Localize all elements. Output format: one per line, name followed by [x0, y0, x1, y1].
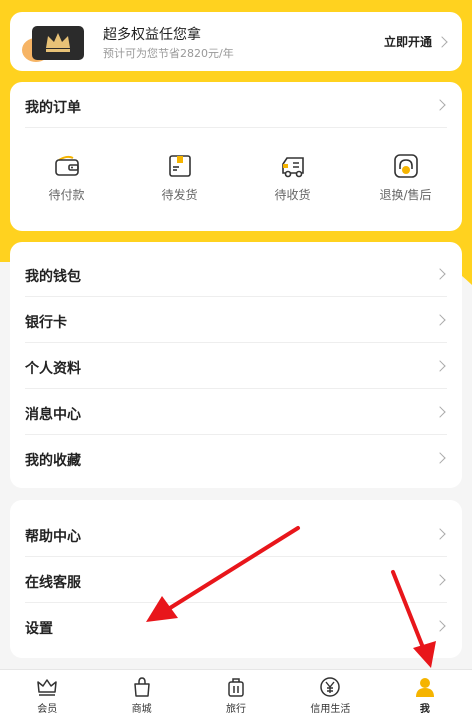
chevron-right-icon	[434, 406, 446, 418]
headset-icon	[393, 154, 418, 178]
order-status-label: 退换/售后	[379, 188, 432, 202]
luggage-icon	[228, 678, 244, 697]
tab-label: 商城	[131, 704, 152, 715]
user-icon	[415, 678, 434, 697]
chevron-right-icon	[434, 268, 446, 280]
open-membership-button[interactable]: 立即开通	[384, 33, 432, 50]
tab-label: 旅行	[226, 704, 247, 715]
bottom-tab-bar: 会员 商城 旅行 信用生活 我	[0, 669, 472, 715]
menu-item-wallet[interactable]: 我的钱包	[10, 251, 462, 297]
tab-label: 会员	[37, 704, 58, 715]
menu-item-label: 我的钱包	[25, 269, 81, 285]
shopping-bag-icon	[133, 677, 150, 697]
menu-item-favorites[interactable]: 我的收藏	[10, 435, 462, 481]
menu-item-online-service[interactable]: 在线客服	[10, 557, 462, 603]
account-menu: 我的钱包 银行卡 个人资料 消息中心 我的收藏	[10, 242, 462, 488]
chevron-right-icon	[434, 452, 446, 464]
delivery-truck-icon	[281, 157, 304, 178]
order-pending-receipt[interactable]: 待收货	[236, 152, 349, 212]
tab-credit-life[interactable]: 信用生活	[283, 670, 377, 715]
menu-item-label: 设置	[25, 621, 53, 637]
crown-icon	[37, 679, 57, 696]
membership-title: 超多权益任您拿	[103, 27, 201, 43]
my-orders-row[interactable]: 我的订单	[10, 82, 462, 128]
chevron-right-icon	[434, 620, 446, 632]
menu-item-profile[interactable]: 个人资料	[10, 343, 462, 389]
menu-item-messages[interactable]: 消息中心	[10, 389, 462, 435]
chevron-right-icon	[434, 99, 446, 111]
wallet-icon	[54, 155, 79, 176]
menu-item-label: 帮助中心	[25, 529, 81, 545]
tab-me[interactable]: 我	[378, 670, 472, 715]
membership-subtitle: 预计可为您节省2820元/年	[103, 47, 234, 60]
orders-card: 我的订单 待付款 待发货 待收货 退换/售后	[10, 82, 462, 231]
my-orders-label: 我的订单	[25, 100, 81, 116]
chevron-right-icon	[436, 36, 448, 48]
tab-label: 我	[419, 704, 430, 715]
chevron-right-icon	[434, 360, 446, 372]
order-status-label: 待发货	[161, 188, 198, 202]
menu-item-label: 我的收藏	[25, 453, 81, 469]
support-menu: 帮助中心 在线客服 设置	[10, 500, 462, 658]
order-status-label: 待付款	[48, 188, 85, 202]
package-icon	[168, 155, 191, 177]
chevron-right-icon	[434, 314, 446, 326]
tab-travel[interactable]: 旅行	[189, 670, 283, 715]
order-pending-payment[interactable]: 待付款	[10, 152, 123, 212]
chevron-right-icon	[434, 574, 446, 586]
menu-item-label: 银行卡	[25, 315, 67, 331]
order-after-sales[interactable]: 退换/售后	[349, 152, 462, 212]
divider	[25, 127, 447, 128]
tab-member[interactable]: 会员	[0, 670, 94, 715]
tab-label: 信用生活	[310, 704, 351, 715]
yen-coin-icon	[320, 677, 341, 697]
order-pending-shipment[interactable]: 待发货	[123, 152, 236, 212]
membership-banner[interactable]: 超多权益任您拿 预计可为您节省2820元/年 立即开通	[10, 12, 462, 71]
menu-item-label: 在线客服	[25, 575, 81, 591]
vip-card-icon	[22, 26, 84, 62]
menu-item-help-center[interactable]: 帮助中心	[10, 511, 462, 557]
chevron-right-icon	[434, 528, 446, 540]
order-status-list: 待付款 待发货 待收货 退换/售后	[10, 152, 462, 212]
menu-item-label: 个人资料	[25, 361, 81, 377]
menu-item-settings[interactable]: 设置	[10, 603, 462, 649]
tab-mall[interactable]: 商城	[94, 670, 188, 715]
menu-item-bank-card[interactable]: 银行卡	[10, 297, 462, 343]
menu-item-label: 消息中心	[25, 407, 81, 423]
order-status-label: 待收货	[274, 188, 311, 202]
